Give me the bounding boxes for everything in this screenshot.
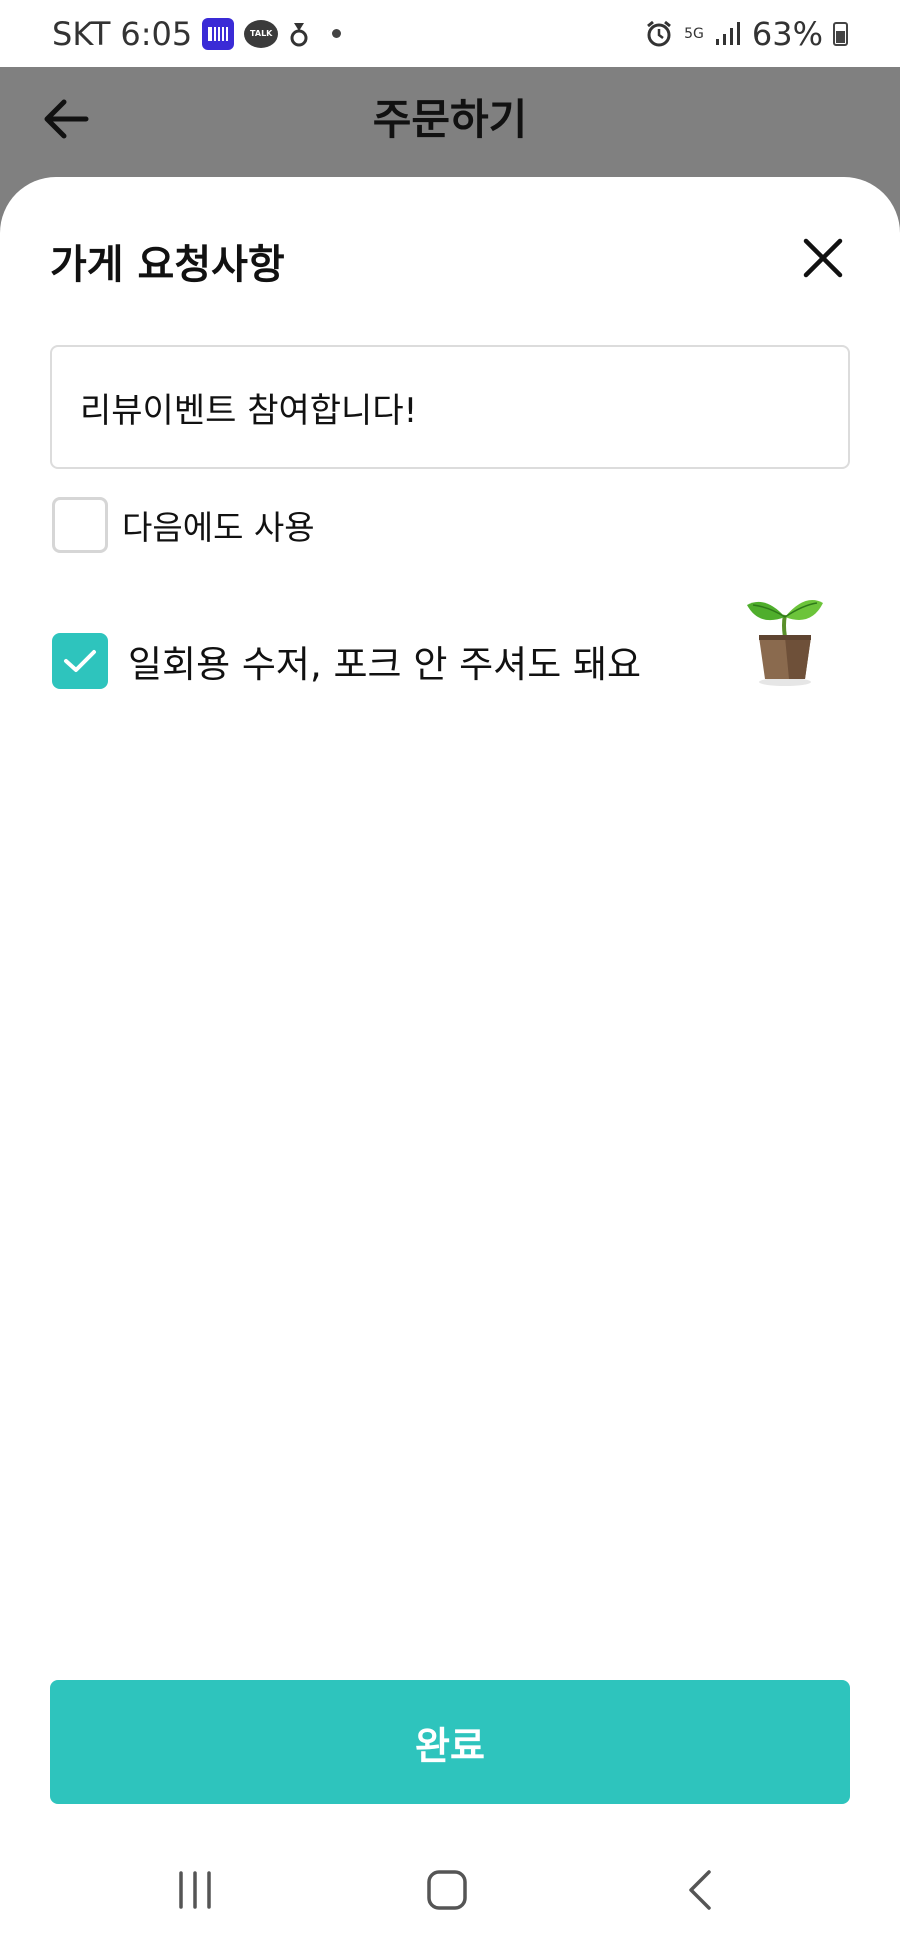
- home-icon: [427, 1870, 467, 1910]
- close-icon: [803, 238, 843, 278]
- complete-button[interactable]: 완료: [50, 1680, 850, 1804]
- nav-back-button[interactable]: [665, 1855, 735, 1925]
- close-button[interactable]: [798, 233, 848, 283]
- status-bar: SKT 6:05 TALK 5G 63%: [0, 0, 900, 67]
- reuse-checkbox-label: 다음에도 사용: [122, 508, 315, 547]
- battery-percent-label: 63%: [751, 14, 823, 53]
- recent-apps-icon: [179, 1871, 211, 1909]
- alarm-icon: [647, 20, 672, 46]
- store-request-sheet: 가게 요청사항 다음에도 사용 일회용 수저, 포크 안 주셔도 돼요 완료: [0, 177, 900, 1950]
- reuse-checkbox[interactable]: [52, 497, 108, 553]
- recent-apps-button[interactable]: [160, 1855, 230, 1925]
- reuse-request-option[interactable]: 다음에도 사용: [52, 497, 315, 553]
- signal-icon: [715, 21, 740, 45]
- carrier-label: SKT: [52, 14, 111, 53]
- page-header: 주문하기: [0, 67, 900, 177]
- more-notifications-dot: [332, 29, 342, 38]
- clock-label: 6:05: [120, 14, 193, 53]
- no-utensils-label: 일회용 수저, 포크 안 주셔도 돼요: [128, 643, 642, 686]
- status-left: SKT 6:05 TALK: [52, 14, 342, 53]
- nav-back-icon: [689, 1870, 711, 1910]
- store-request-input[interactable]: [50, 345, 850, 469]
- sheet-title: 가게 요청사항: [50, 242, 285, 288]
- no-utensils-checkbox[interactable]: [52, 633, 108, 689]
- notification-app-icon: [290, 22, 308, 46]
- talk-notification-icon: TALK: [244, 19, 279, 48]
- network-type-label: 5G: [684, 25, 704, 42]
- home-button[interactable]: [412, 1855, 482, 1925]
- back-arrow-icon: [44, 99, 89, 139]
- system-nav-bar: [0, 1830, 900, 1950]
- plant-icon: [747, 600, 823, 686]
- back-button[interactable]: [36, 89, 96, 149]
- status-right: 5G 63%: [644, 15, 848, 53]
- checkmark-icon: [64, 650, 96, 672]
- barcode-app-icon: [202, 17, 235, 50]
- battery-icon: [833, 21, 848, 46]
- no-utensils-option[interactable]: 일회용 수저, 포크 안 주셔도 돼요: [52, 633, 641, 689]
- page-title: 주문하기: [372, 94, 528, 144]
